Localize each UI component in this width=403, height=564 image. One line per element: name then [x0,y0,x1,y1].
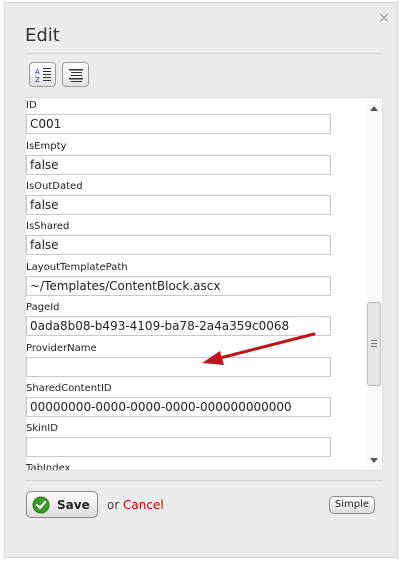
property-input[interactable] [26,437,331,457]
sort-alphabetical-button[interactable]: A Z [29,62,56,87]
property-label: LayoutTemplatePath [26,262,128,273]
footer-divider [25,480,383,481]
property-input[interactable]: C001 [26,114,331,134]
property-label: IsOutDated [26,181,83,192]
title-divider [25,53,383,54]
property-label: IsEmpty [26,141,67,152]
categorized-view-icon [69,69,83,82]
property-input[interactable]: false [26,235,331,255]
cancel-link[interactable]: Cancel [123,498,164,512]
annotation-arrow-icon [202,332,316,365]
property-grid: ID C001 IsEmpty false IsOutDated false I… [25,97,383,471]
property-label: IsShared [26,221,70,232]
property-label: TabIndex [26,463,71,471]
property-label: ProviderName [26,343,97,354]
svg-text:Z: Z [35,76,40,84]
checkmark-icon [32,496,50,514]
close-icon[interactable]: × [377,11,391,25]
scroll-thumb[interactable] [367,302,381,386]
scroll-down-icon[interactable] [370,458,378,463]
property-input[interactable]: ~/Templates/ContentBlock.ascx [26,276,331,296]
property-label: PageId [26,302,60,313]
dialog-title: Edit [25,25,60,46]
edit-dialog: × Edit A Z ID C001 IsEmpty false IsOutDa… [4,2,398,558]
or-text: or [107,498,120,512]
grip-line [371,340,377,341]
property-input[interactable]: 00000000-0000-0000-0000-000000000000 [26,397,331,417]
scroll-up-icon[interactable] [370,106,378,111]
property-input[interactable]: false [26,155,331,175]
property-label: SkinID [26,423,58,434]
grip-line [371,346,377,347]
vertical-scrollbar[interactable] [366,98,382,470]
svg-text:A: A [35,68,40,76]
property-label: ID [26,100,37,111]
property-input[interactable]: false [26,195,331,215]
property-label: SharedContentID [26,383,112,394]
grip-line [371,343,377,344]
categorized-view-button[interactable] [62,62,89,87]
simple-button[interactable]: Simple [329,496,375,514]
sort-alphabetical-icon: A Z [35,68,51,84]
save-button[interactable]: Save [26,491,98,518]
save-label: Save [57,498,90,512]
